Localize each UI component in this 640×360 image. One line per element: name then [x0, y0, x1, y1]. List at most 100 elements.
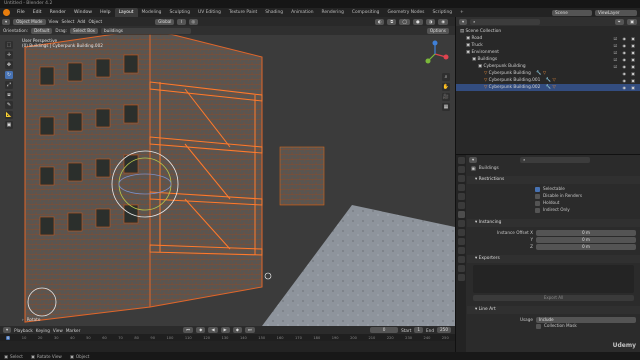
- add-cube-tool[interactable]: ▣: [5, 121, 13, 129]
- tab-rendering[interactable]: Rendering: [317, 8, 347, 17]
- scale-tool[interactable]: ⤢: [5, 81, 13, 89]
- collection-tab-icon[interactable]: [457, 211, 465, 218]
- world-tab-icon[interactable]: [457, 202, 465, 209]
- shading-rendered[interactable]: ◉: [438, 18, 448, 25]
- instancing-panel-header[interactable]: ▾ Instancing: [467, 219, 640, 227]
- outliner-row-cyberpunk-building[interactable]: ▽ Cyberpunk Building 🔧 ▽ ◉ ▣: [456, 70, 640, 77]
- orientation-dropdown[interactable]: Default: [31, 27, 53, 34]
- ortho-grid-icon[interactable]: ▦: [442, 103, 450, 111]
- viewport-menu-select[interactable]: Select: [61, 19, 74, 24]
- outliner-row-road[interactable]: ▣ Road ☑ ◉ ▣: [456, 35, 640, 42]
- visibility-icons[interactable]: ☑ ◉ ▣: [614, 56, 637, 63]
- view-layer-tab-icon[interactable]: [457, 184, 465, 191]
- outliner-row-buildings[interactable]: ▣ Buildings ☑ ◉ ▣: [456, 56, 640, 63]
- tab-geometry-nodes[interactable]: Geometry Nodes: [383, 8, 428, 17]
- drag-dropdown[interactable]: Select Box: [69, 27, 99, 34]
- viewport-search-input[interactable]: buildings: [101, 27, 192, 34]
- timeline-editor-type[interactable]: ▾: [3, 327, 12, 333]
- visibility-icons[interactable]: ◉ ▣: [622, 77, 637, 84]
- view-layer-selector[interactable]: ViewLayer: [595, 9, 637, 16]
- zoom-icon[interactable]: ⌕: [442, 73, 450, 81]
- visibility-icons[interactable]: ☑ ◉ ▣: [614, 63, 637, 70]
- usage-dropdown[interactable]: Include: [536, 316, 636, 323]
- instance-offset-x-field[interactable]: 0 m: [536, 229, 636, 236]
- tool-tab-icon[interactable]: [457, 157, 465, 164]
- last-operator-panel[interactable]: › Rotate: [22, 317, 40, 322]
- editor-type-button[interactable]: ▾: [2, 18, 11, 25]
- tab-scripting[interactable]: Scripting: [428, 8, 456, 17]
- transform-orientation[interactable]: Global: [155, 18, 175, 25]
- output-tab-icon[interactable]: [457, 175, 465, 182]
- tab-uv-editing[interactable]: UV Editing: [194, 8, 225, 17]
- play-reverse-icon[interactable]: ◀: [208, 327, 218, 333]
- restrictions-panel-header[interactable]: ▾ Restrictions: [467, 176, 640, 184]
- checkbox-holdout[interactable]: Holdout: [535, 200, 640, 207]
- jump-end-icon[interactable]: ⏭: [245, 327, 255, 333]
- viewport-menu-view[interactable]: View: [49, 19, 59, 24]
- checkbox-collection-mask[interactable]: Collection Mask: [471, 323, 636, 330]
- export-all-button[interactable]: Export All: [473, 295, 634, 301]
- timeline[interactable]: ▾ Playback Keying View Marker ⏮ ◆ ◀ ▶ ◆ …: [0, 326, 455, 352]
- end-frame-field[interactable]: 250: [437, 327, 451, 333]
- prev-key-icon[interactable]: ◆: [196, 327, 206, 333]
- play-icon[interactable]: ▶: [220, 327, 230, 333]
- current-frame-field[interactable]: 0: [370, 327, 399, 333]
- material-tab-icon[interactable]: [457, 274, 465, 281]
- 3d-viewport[interactable]: ▾ Object Mode View Select Add Object Glo…: [0, 17, 455, 326]
- visibility-icons[interactable]: ☑ ◉ ▣: [614, 42, 637, 49]
- mode-selector[interactable]: Object Mode: [13, 18, 46, 25]
- timeline-ruler[interactable]: 0 10 20 30 40 50 60 70 80 90 100 110 120…: [0, 334, 455, 341]
- tab-animation[interactable]: Animation: [287, 8, 317, 17]
- blender-logo-icon[interactable]: [3, 9, 10, 16]
- shading-wireframe[interactable]: ◯: [399, 18, 411, 25]
- visibility-icons[interactable]: ◉ ▣: [622, 70, 637, 77]
- annotate-tool[interactable]: ✎: [5, 101, 13, 109]
- tab-compositing[interactable]: Compositing: [348, 8, 384, 17]
- tab-modeling[interactable]: Modeling: [138, 8, 166, 17]
- menu-render[interactable]: Render: [46, 8, 70, 17]
- properties-editor-type[interactable]: ▾: [469, 156, 478, 163]
- rotate-tool[interactable]: ↻: [5, 71, 13, 79]
- outliner[interactable]: ▾ ⌕ ⏷ ▣ ▤ Scene Collection ▣ Road ☑ ◉ ▣ …: [455, 17, 640, 154]
- menu-file[interactable]: File: [13, 8, 29, 17]
- outliner-search-input[interactable]: ⌕: [470, 18, 541, 25]
- scene-selector[interactable]: Scene: [552, 9, 592, 16]
- visibility-icons[interactable]: ☑ ◉ ▣: [614, 35, 637, 42]
- exporters-panel-header[interactable]: ▾ Exporters: [467, 255, 640, 263]
- overlays-toggle[interactable]: ⧉: [387, 18, 397, 25]
- timeline-menu-keying[interactable]: Keying: [36, 328, 50, 333]
- viewport-menu-add[interactable]: Add: [77, 19, 85, 24]
- shading-material[interactable]: ◑: [425, 18, 436, 25]
- scene-tab-icon[interactable]: [457, 193, 465, 200]
- visibility-icons[interactable]: ☑ ◉ ▣: [614, 49, 637, 56]
- exporters-list[interactable]: [473, 265, 634, 293]
- timeline-menu-marker[interactable]: Marker: [66, 328, 80, 333]
- filter-icon[interactable]: ⏷: [614, 18, 625, 25]
- menu-window[interactable]: Window: [70, 8, 96, 17]
- object-tab-icon[interactable]: [457, 220, 465, 227]
- checkbox-disable-in-renders[interactable]: Disable in Renders: [535, 193, 640, 200]
- add-workspace-button[interactable]: +: [456, 8, 468, 17]
- shading-solid[interactable]: ●: [413, 18, 423, 25]
- proportional-edit-toggle[interactable]: ◎: [188, 18, 199, 25]
- move-tool[interactable]: ✥: [5, 61, 13, 69]
- transform-tool[interactable]: ⧈: [5, 91, 13, 99]
- tab-sculpting[interactable]: Sculpting: [165, 8, 194, 17]
- timeline-menu-playback[interactable]: Playback: [14, 328, 33, 333]
- tab-layout[interactable]: Layout: [114, 8, 138, 17]
- select-box-tool[interactable]: ⬚: [5, 41, 13, 49]
- outliner-row-cyberpunk-building-001[interactable]: ▽ Cyberpunk Building.001 🔧 ▽ ◉ ▣: [456, 77, 640, 84]
- snap-toggle[interactable]: ⌇: [177, 18, 186, 25]
- next-key-icon[interactable]: ◆: [232, 327, 243, 333]
- collection-name[interactable]: Buildings: [479, 166, 499, 171]
- instance-offset-y-field[interactable]: 0 m: [536, 236, 636, 243]
- visibility-icons[interactable]: ◉ ▣: [622, 84, 637, 91]
- menu-edit[interactable]: Edit: [29, 8, 46, 17]
- view-object-types[interactable]: ◐: [374, 18, 385, 25]
- options-dropdown[interactable]: Options: [426, 27, 449, 34]
- cursor-tool[interactable]: ✛: [5, 51, 13, 59]
- jump-start-icon[interactable]: ⏮: [183, 327, 194, 333]
- properties-editor[interactable]: ▾ ⌕ ▣ Buildings ▾ Restrictions Selectabl…: [455, 154, 640, 353]
- checkbox-indirect-only[interactable]: Indirect Only: [535, 207, 640, 214]
- measure-tool[interactable]: 📐: [5, 111, 13, 119]
